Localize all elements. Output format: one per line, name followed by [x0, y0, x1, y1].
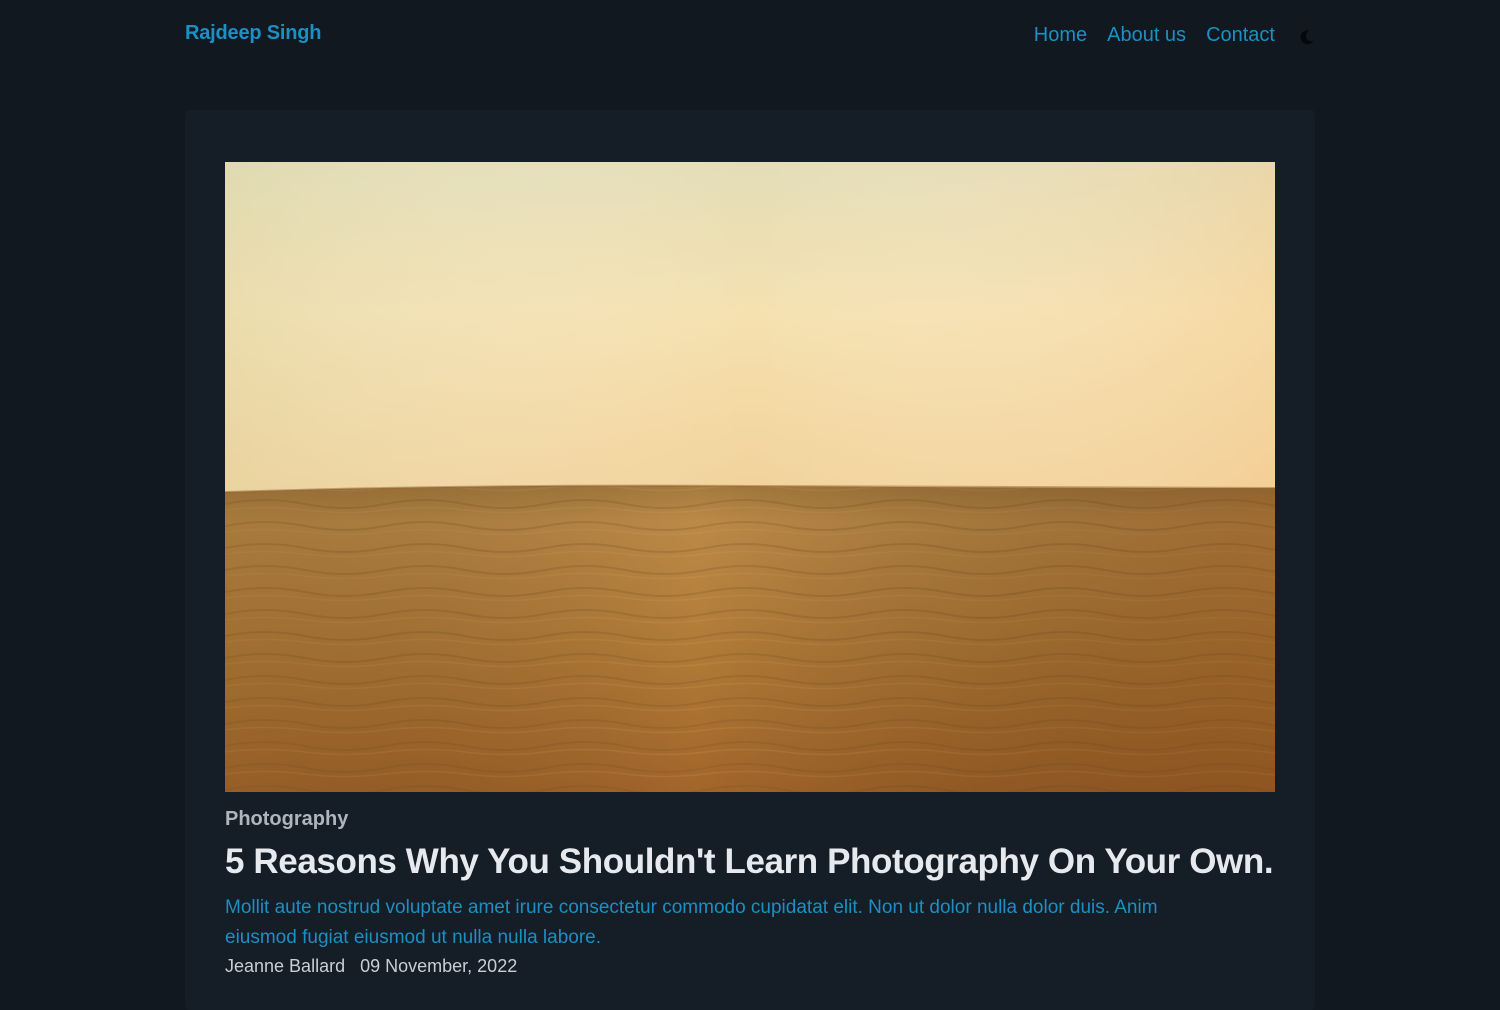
post-date: 09 November, 2022 — [360, 956, 518, 976]
post-category[interactable]: Photography — [225, 808, 348, 831]
nav-home-link[interactable]: Home — [1034, 22, 1087, 48]
brand-link[interactable]: Rajdeep Singh — [185, 22, 322, 45]
desert-sand-dunes-photo — [225, 162, 1275, 792]
site-header: Rajdeep Singh Home About us Contact — [185, 0, 1315, 72]
theme-toggle-button[interactable] — [1299, 29, 1315, 45]
post-meta: Jeanne Ballard 09 November, 2022 — [225, 956, 517, 977]
post-title[interactable]: 5 Reasons Why You Shouldn't Learn Photog… — [225, 842, 1274, 882]
nav-contact-link[interactable]: Contact — [1206, 22, 1275, 48]
post-card[interactable]: Photography 5 Reasons Why You Shouldn't … — [185, 110, 1315, 1010]
post-cover-image[interactable] — [225, 162, 1275, 792]
post-author: Jeanne Ballard — [225, 956, 346, 976]
post-excerpt: Mollit aute nostrud voluptate amet irure… — [225, 897, 1158, 948]
nav-about-link[interactable]: About us — [1107, 22, 1186, 48]
moon-icon — [1300, 30, 1314, 45]
main-nav: Home About us Contact — [1034, 22, 1315, 48]
